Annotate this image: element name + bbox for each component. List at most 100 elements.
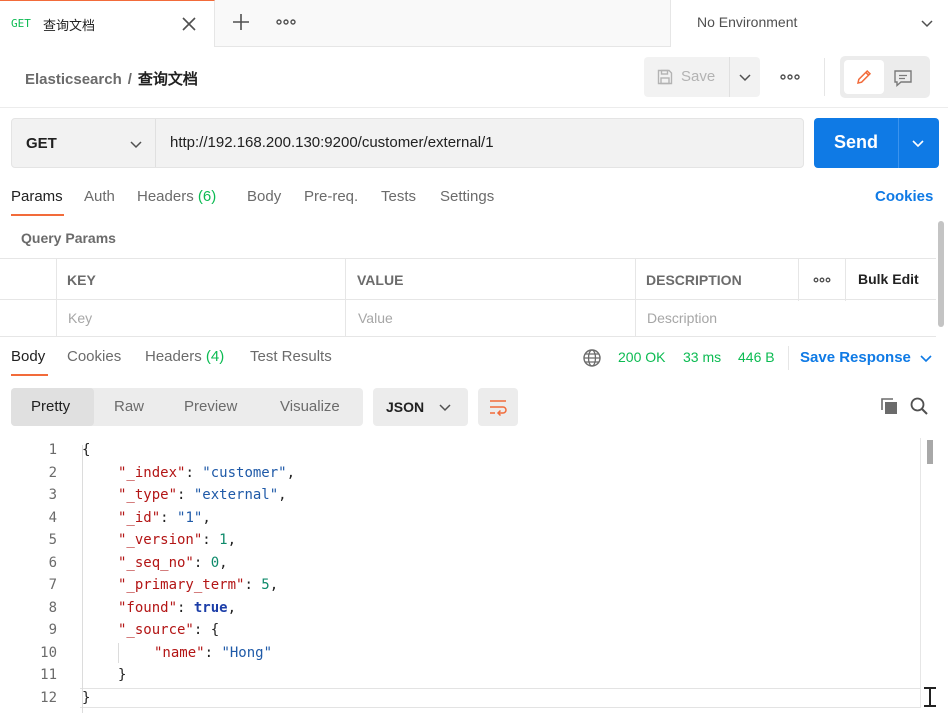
json-key: "_index" — [118, 464, 186, 481]
json-punctuation: : — [185, 464, 203, 481]
tab-tests[interactable]: Tests — [381, 188, 416, 205]
save-button-group: Save — [644, 57, 760, 97]
breadcrumb-request[interactable]: 查询文档 — [138, 71, 198, 88]
view-pretty[interactable]: Pretty — [31, 398, 70, 415]
json-key: "_primary_term" — [118, 577, 245, 593]
response-tab-headers-label: Headers — [145, 348, 202, 365]
breadcrumb: Elasticsearch / 查询文档 — [25, 68, 198, 89]
environment-selector[interactable]: No Environment — [670, 0, 948, 47]
divider — [788, 346, 789, 370]
table-row: Key Value Description — [0, 300, 936, 337]
url-bar: GET http://192.168.200.130:9200/customer… — [11, 118, 804, 168]
divider — [824, 58, 825, 96]
save-icon — [656, 68, 674, 86]
code-line: "_index": "customer", — [118, 465, 295, 481]
tab-method-badge: GET — [11, 17, 31, 30]
globe-icon[interactable] — [582, 348, 602, 368]
chevron-down-icon — [437, 399, 453, 415]
save-button[interactable]: Save — [644, 57, 730, 97]
response-tab-headers[interactable]: Headers (4) — [145, 348, 224, 365]
json-punctuation: { — [82, 442, 91, 458]
json-number: 0 — [210, 554, 220, 571]
code-line: } — [118, 667, 126, 683]
more-icon[interactable] — [275, 16, 297, 28]
column-key: KEY — [67, 272, 96, 288]
request-tab[interactable]: GET 查询文档 — [0, 0, 215, 47]
active-tab-indicator — [11, 214, 64, 216]
close-icon[interactable] — [180, 15, 198, 33]
json-punctuation: : — [204, 644, 222, 661]
wrap-lines-button[interactable] — [478, 388, 518, 426]
description-input[interactable]: Description — [647, 310, 717, 326]
key-input[interactable]: Key — [68, 310, 92, 326]
chevron-down-icon[interactable] — [918, 350, 934, 366]
code-line: "_id": "1", — [118, 510, 211, 526]
line-number: 3 — [48, 487, 57, 503]
send-button-group: Send — [814, 118, 939, 168]
view-preview[interactable]: Preview — [184, 398, 237, 415]
chevron-down-icon — [919, 15, 935, 31]
response-body-editor[interactable]: 1 {2 "_index": "customer", 3 "_type": "exter… — [0, 440, 920, 723]
tab-auth[interactable]: Auth — [84, 188, 115, 205]
code-line: "name": "Hong" — [154, 645, 272, 661]
search-icon[interactable] — [909, 396, 929, 416]
active-tab-indicator — [11, 374, 48, 376]
json-punctuation: : — [202, 532, 220, 548]
wrap-icon — [490, 400, 507, 416]
format-select[interactable]: JSON — [373, 388, 468, 426]
comment-icon[interactable] — [892, 68, 914, 88]
method-select[interactable]: GET — [12, 119, 156, 167]
value-input[interactable]: Value — [358, 310, 393, 326]
json-punctuation: : — [177, 487, 194, 503]
code-line: "_primary_term": 5, — [118, 577, 278, 593]
json-punctuation: , — [219, 554, 228, 571]
bulk-edit-button[interactable]: Bulk Edit — [858, 271, 919, 287]
chevron-down-icon[interactable] — [910, 135, 926, 151]
json-key: "_version" — [118, 532, 203, 548]
chevron-down-icon[interactable] — [737, 69, 753, 85]
mode-toggle — [840, 56, 930, 98]
scrollbar[interactable] — [927, 440, 933, 464]
code-line: "_type": "external", — [118, 487, 287, 503]
tab-bar: GET 查询文档 No Environment — [0, 0, 948, 47]
pencil-icon — [857, 69, 872, 84]
status-code[interactable]: 200 OK — [618, 349, 665, 365]
tab-params[interactable]: Params — [11, 188, 63, 205]
tab-settings[interactable]: Settings — [440, 188, 494, 205]
line-number: 2 — [48, 464, 57, 481]
tab-headers[interactable]: Headers (6) — [137, 188, 216, 205]
scrollbar-track — [920, 438, 921, 708]
more-icon[interactable] — [812, 274, 832, 286]
copy-icon[interactable] — [879, 396, 899, 416]
more-icon[interactable] — [778, 70, 802, 84]
json-punctuation: , — [202, 509, 211, 526]
scrollbar[interactable] — [938, 221, 944, 327]
code-line: { — [82, 442, 90, 458]
json-number: 5 — [261, 577, 270, 593]
tab-prereq[interactable]: Pre-req. — [304, 188, 358, 205]
cookies-link[interactable]: Cookies — [875, 188, 933, 205]
tab-body[interactable]: Body — [247, 188, 281, 205]
plus-icon[interactable] — [230, 11, 252, 33]
code-line: "_source": { — [118, 622, 219, 638]
line-number: 4 — [48, 509, 57, 526]
response-size[interactable]: 446 B — [738, 349, 775, 365]
json-punctuation: , — [227, 532, 237, 548]
json-punctuation: , — [269, 577, 279, 593]
response-tab-test-results[interactable]: Test Results — [250, 348, 332, 365]
json-key: "_source" — [118, 622, 194, 638]
json-string: "1" — [177, 509, 203, 526]
save-response-button[interactable]: Save Response — [800, 349, 911, 366]
url-input[interactable]: http://192.168.200.130:9200/customer/ext… — [170, 134, 494, 151]
response-tab-cookies[interactable]: Cookies — [67, 348, 121, 365]
response-tab-body[interactable]: Body — [11, 348, 45, 365]
response-time[interactable]: 33 ms — [683, 349, 721, 365]
breadcrumb-collection[interactable]: Elasticsearch — [25, 71, 122, 88]
method-label: GET — [26, 135, 57, 152]
edit-mode-button[interactable] — [844, 60, 884, 94]
send-button[interactable]: Send — [834, 132, 878, 153]
format-label: JSON — [386, 399, 425, 415]
view-raw[interactable]: Raw — [114, 398, 144, 415]
line-number: 11 — [40, 667, 57, 683]
view-visualize[interactable]: Visualize — [280, 398, 340, 415]
